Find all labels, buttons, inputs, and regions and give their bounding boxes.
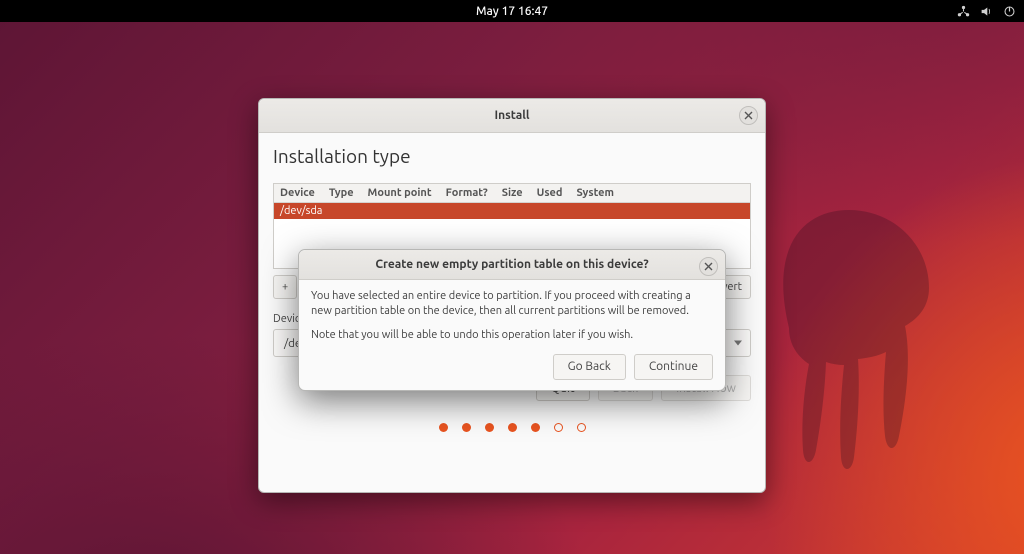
clock: May 17 16:47 (476, 5, 548, 18)
wizard-progress-dots (273, 423, 751, 432)
wallpaper-art (759, 210, 939, 470)
dialog-body: You have selected an entire device to pa… (299, 280, 725, 354)
go-back-button[interactable]: Go Back (553, 354, 626, 380)
step-dot (554, 423, 563, 432)
step-dot (508, 423, 517, 432)
col-mount: Mount point (368, 187, 432, 199)
volume-icon[interactable] (980, 5, 993, 18)
dialog-text-2: Note that you will be able to undo this … (311, 328, 713, 343)
window-titlebar: Install (259, 99, 765, 133)
window-close-button[interactable] (739, 106, 758, 125)
confirm-dialog: Create new empty partition table on this… (298, 249, 726, 391)
step-dot (577, 423, 586, 432)
dialog-title: Create new empty partition table on this… (375, 258, 648, 271)
col-used: Used (537, 187, 563, 199)
step-dot (485, 423, 494, 432)
dialog-close-button[interactable] (699, 257, 718, 276)
page-title: Installation type (273, 145, 751, 167)
system-topbar: May 17 16:47 (0, 0, 1024, 22)
partition-table-header: Device Type Mount point Format? Size Use… (274, 184, 750, 203)
col-format: Format? (446, 187, 488, 199)
dialog-text-1: You have selected an entire device to pa… (311, 289, 713, 319)
add-partition-button[interactable]: + (273, 275, 297, 299)
row-device: /dev/sda (280, 205, 322, 217)
chevron-down-icon (734, 341, 742, 346)
col-system: System (576, 187, 614, 199)
table-row[interactable]: /dev/sda (274, 203, 750, 219)
col-size: Size (502, 187, 523, 199)
dialog-actions: Go Back Continue (299, 354, 725, 390)
system-tray (957, 0, 1016, 22)
network-icon[interactable] (957, 5, 970, 18)
close-icon (704, 262, 713, 271)
step-dot (531, 423, 540, 432)
col-device: Device (280, 187, 315, 199)
dialog-titlebar: Create new empty partition table on this… (299, 250, 725, 280)
col-type: Type (329, 187, 354, 199)
step-dot (462, 423, 471, 432)
continue-button[interactable]: Continue (634, 354, 713, 380)
step-dot (439, 423, 448, 432)
power-icon[interactable] (1003, 5, 1016, 18)
close-icon (744, 111, 753, 120)
window-title: Install (494, 109, 529, 122)
